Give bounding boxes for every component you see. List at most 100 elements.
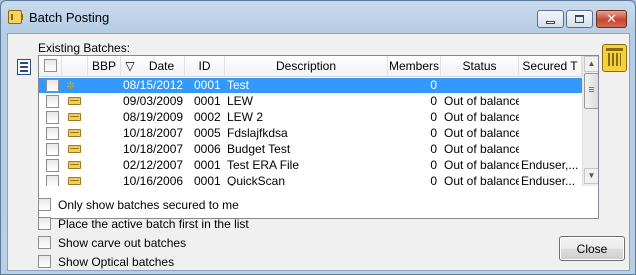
batch-icon bbox=[68, 97, 81, 105]
header-bbp[interactable]: BBP bbox=[88, 56, 121, 77]
cell-status bbox=[444, 78, 519, 93]
cell-members: 0 bbox=[430, 158, 437, 172]
maximize-icon bbox=[575, 15, 584, 23]
batch-icon bbox=[68, 129, 81, 137]
batch-icon bbox=[68, 113, 81, 121]
option-secured-to-me[interactable]: Only show batches secured to me bbox=[38, 197, 298, 212]
cell-secured bbox=[521, 110, 581, 125]
cell-status: Out of balance bbox=[444, 94, 519, 108]
cell-description: Budget Test bbox=[227, 142, 291, 156]
scroll-down-button[interactable]: ▼ bbox=[584, 168, 598, 184]
header-date[interactable]: Date bbox=[139, 56, 185, 77]
carve-out-checkbox[interactable] bbox=[38, 236, 51, 249]
batch-icon bbox=[68, 177, 81, 185]
option-carve-out[interactable]: Show carve out batches bbox=[38, 235, 298, 250]
cell-status: Out of balance bbox=[444, 126, 519, 140]
scroll-thumb[interactable] bbox=[584, 73, 598, 109]
cell-members: 0 bbox=[430, 126, 437, 140]
cell-secured bbox=[521, 142, 581, 157]
list-view-icon[interactable] bbox=[17, 59, 31, 75]
option-label: Show Optical batches bbox=[58, 255, 175, 269]
maximize-button[interactable] bbox=[566, 10, 593, 28]
header-id[interactable]: ID bbox=[185, 56, 225, 77]
cell-date: 02/12/2007 bbox=[123, 158, 183, 172]
header-icon-column[interactable] bbox=[62, 56, 88, 77]
row-checkbox[interactable] bbox=[46, 127, 59, 140]
option-label: Only show batches secured to me bbox=[58, 198, 239, 212]
cell-members: 0 bbox=[430, 110, 437, 124]
row-checkbox[interactable] bbox=[46, 95, 59, 108]
table-row[interactable]: 10/18/2007 0005 Fdslajfkdsa 0 Out of bal… bbox=[39, 126, 582, 141]
cell-status: Out of balance bbox=[444, 142, 519, 156]
header-secured[interactable]: Secured T bbox=[519, 56, 582, 77]
window-title: Batch Posting bbox=[29, 10, 110, 25]
cell-date: 08/15/2012 bbox=[123, 78, 183, 92]
cell-description: QuickScan bbox=[227, 174, 286, 186]
cell-status: Out of balance bbox=[444, 158, 519, 172]
cell-secured bbox=[521, 94, 581, 109]
row-checkbox[interactable] bbox=[46, 111, 59, 124]
cell-description: LEW 2 bbox=[227, 110, 264, 124]
cell-date: 10/18/2007 bbox=[123, 126, 183, 140]
cell-members: 0 bbox=[430, 78, 437, 92]
table-row[interactable]: 10/18/2007 0006 Budget Test 0 Out of bal… bbox=[39, 142, 582, 157]
dialog-body: Existing Batches: BBP ▽ Date ID Descript… bbox=[7, 33, 630, 271]
cell-description: Test bbox=[227, 78, 250, 92]
building-icon bbox=[602, 44, 627, 72]
cell-secured bbox=[521, 126, 581, 141]
option-optical[interactable]: Show Optical batches bbox=[38, 254, 298, 269]
cell-status: Out of balance bbox=[444, 174, 519, 186]
close-button[interactable]: Close bbox=[559, 236, 625, 261]
vertical-scrollbar[interactable]: ▲ ▼ bbox=[582, 56, 598, 186]
scroll-up-button[interactable]: ▲ bbox=[584, 56, 598, 72]
cell-id: 0001 bbox=[194, 158, 221, 172]
active-first-checkbox[interactable] bbox=[38, 217, 51, 230]
cell-id: 0001 bbox=[194, 174, 221, 186]
table-row[interactable]: 09/03/2009 0001 LEW 0 Out of balance bbox=[39, 94, 582, 109]
option-label: Place the active batch first in the list bbox=[58, 217, 249, 231]
close-window-button[interactable]: ✕ bbox=[596, 10, 627, 28]
batch-icon bbox=[68, 145, 81, 153]
select-all-checkbox[interactable] bbox=[44, 59, 57, 72]
batches-grid[interactable]: BBP ▽ Date ID Description Members Status… bbox=[38, 55, 599, 219]
batch-posting-window: Batch Posting ✕ Existing Batches: BBP ▽ … bbox=[0, 0, 636, 275]
minimize-button[interactable] bbox=[537, 10, 564, 28]
row-checkbox[interactable] bbox=[46, 175, 59, 186]
cell-status: Out of balance bbox=[444, 110, 519, 124]
header-select-all[interactable] bbox=[39, 56, 62, 77]
header-members[interactable]: Members bbox=[388, 56, 441, 77]
table-row[interactable]: 02/12/2007 0001 Test ERA File 0 Out of b… bbox=[39, 158, 582, 173]
cell-id: 0001 bbox=[194, 78, 221, 92]
cell-members: 0 bbox=[430, 94, 437, 108]
row-checkbox[interactable] bbox=[46, 79, 59, 92]
cell-members: 0 bbox=[430, 174, 437, 186]
cell-secured: Enduser... bbox=[521, 174, 576, 186]
row-checkbox[interactable] bbox=[46, 143, 59, 156]
cell-id: 0001 bbox=[194, 94, 221, 108]
title-bar[interactable]: Batch Posting ✕ bbox=[1, 1, 635, 33]
row-checkbox[interactable] bbox=[46, 159, 59, 172]
cell-id: 0006 bbox=[194, 142, 221, 156]
optical-checkbox[interactable] bbox=[38, 255, 51, 268]
cell-description: Fdslajfkdsa bbox=[227, 126, 288, 140]
batch-icon bbox=[68, 161, 81, 169]
table-row[interactable]: ✲ 08/15/2012 0001 Test 0 bbox=[39, 78, 582, 93]
app-building-icon bbox=[8, 10, 23, 24]
option-label: Show carve out batches bbox=[58, 236, 187, 250]
cell-id: 0002 bbox=[194, 110, 221, 124]
cell-members: 0 bbox=[430, 142, 437, 156]
header-status[interactable]: Status bbox=[441, 56, 519, 77]
header-description[interactable]: Description bbox=[225, 56, 388, 77]
cell-id: 0005 bbox=[194, 126, 221, 140]
close-icon: ✕ bbox=[606, 11, 617, 27]
secured-to-me-checkbox[interactable] bbox=[38, 198, 51, 211]
cell-secured: Enduser,... bbox=[521, 158, 579, 172]
table-row[interactable]: 08/19/2009 0002 LEW 2 0 Out of balance bbox=[39, 110, 582, 125]
option-active-first[interactable]: Place the active batch first in the list bbox=[38, 216, 298, 231]
table-row[interactable]: 10/16/2006 0001 QuickScan 0 Out of balan… bbox=[39, 174, 582, 186]
batch-open-icon: ✲ bbox=[66, 79, 76, 92]
cell-description: Test ERA File bbox=[227, 158, 300, 172]
cell-date: 09/03/2009 bbox=[123, 94, 183, 108]
minimize-icon bbox=[546, 20, 555, 24]
cell-description: LEW bbox=[227, 94, 254, 108]
